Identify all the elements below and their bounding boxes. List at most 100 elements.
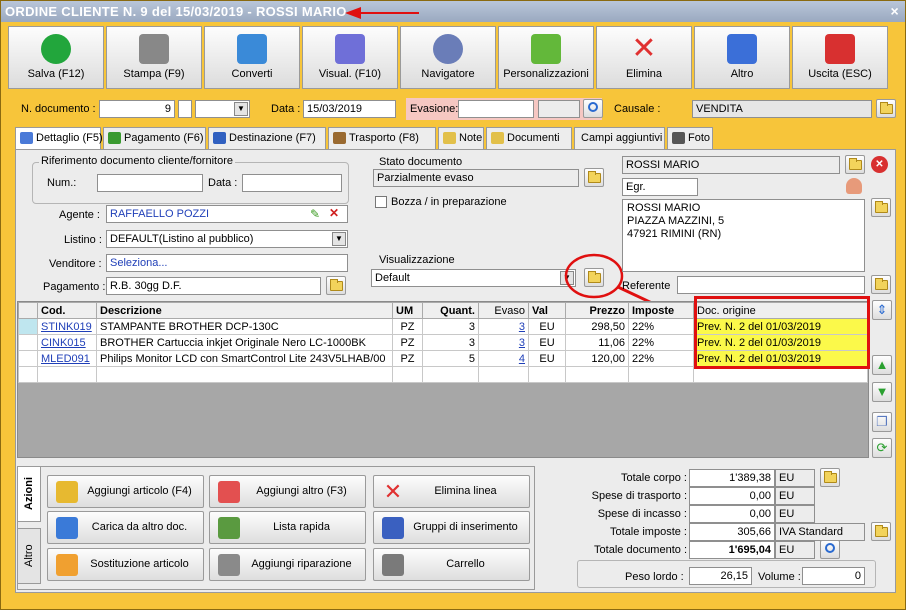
data-input[interactable]: 15/03/2019	[303, 100, 396, 118]
tab-pagamento[interactable]: Pagamento (F6)	[103, 127, 206, 149]
evasione-search-button[interactable]	[583, 99, 603, 118]
pagamento-input[interactable]: R.B. 30gg D.F.	[106, 277, 321, 295]
bozza-checkbox[interactable]	[375, 196, 387, 208]
table-cell[interactable]: 3	[478, 334, 529, 351]
table-cell[interactable]	[422, 366, 479, 383]
totals-search-button[interactable]	[820, 540, 840, 559]
person-icon[interactable]	[846, 178, 862, 194]
table-cell[interactable]: PZ	[392, 318, 423, 335]
totals-folder-button[interactable]	[871, 522, 891, 541]
toolbar-button-stampa[interactable]: Stampa (F9)	[106, 26, 202, 89]
table-cell[interactable]	[478, 366, 529, 383]
table-cell[interactable]: EU	[528, 334, 566, 351]
table-cell[interactable]	[565, 366, 629, 383]
ndoc-series-select[interactable]: ▼	[195, 100, 250, 118]
grid-header[interactable]: Evaso	[478, 302, 529, 319]
ndoc-input[interactable]: 9	[99, 100, 175, 118]
tab-dettaglio[interactable]: Dettaglio (F5)	[15, 127, 103, 150]
grid-header[interactable]: Imposte	[628, 302, 694, 319]
evasione-input[interactable]	[458, 100, 534, 118]
table-cell[interactable]	[392, 366, 423, 383]
cancel-icon[interactable]: ✕	[871, 156, 888, 173]
tab-note[interactable]: Note	[438, 127, 484, 149]
toolbar-button-elimina[interactable]: ✕ Elimina	[596, 26, 692, 89]
table-cell[interactable]: 3	[422, 334, 479, 351]
causale-input[interactable]: VENDITA	[692, 100, 872, 118]
tab-foto[interactable]: Foto	[667, 127, 713, 149]
chevron-down-icon[interactable]: ▼	[234, 102, 248, 116]
grid-header[interactable]: Prezzo	[565, 302, 629, 319]
grid-header[interactable]: Val	[528, 302, 566, 319]
toolbar-button-altro[interactable]: Altro	[694, 26, 790, 89]
row-selector[interactable]	[18, 350, 38, 367]
table-cell[interactable]: 120,00	[565, 350, 629, 367]
ndoc-suffix-input[interactable]	[178, 100, 192, 118]
table-cell[interactable]: 298,50	[565, 318, 629, 335]
table-cell[interactable]	[18, 366, 38, 383]
tab-trasporto[interactable]: Trasporto (F8)	[328, 127, 436, 149]
address-folder-button[interactable]	[871, 198, 891, 217]
table-cell[interactable]: EU	[528, 318, 566, 335]
table-cell[interactable]: PZ	[392, 350, 423, 367]
table-cell[interactable]: Philips Monitor LCD con SmartControl Lit…	[96, 350, 393, 367]
table-cell[interactable]: MLED091	[37, 350, 97, 367]
clear-x-icon[interactable]: ✕	[329, 206, 339, 220]
visual-select[interactable]: Default ▼	[371, 269, 576, 287]
arrow-down-icon[interactable]: ▼	[872, 382, 892, 402]
peso-input[interactable]: 26,15	[689, 567, 752, 585]
copy-rows-icon[interactable]: ❐	[872, 412, 892, 432]
tab-documenti[interactable]: Documenti	[486, 127, 572, 149]
refresh-icon[interactable]: ⟳	[872, 438, 892, 458]
row-selector[interactable]	[18, 334, 38, 351]
cliente-title-input[interactable]: Egr.	[622, 178, 698, 196]
move-updown-icon[interactable]: ⇕	[872, 300, 892, 320]
table-cell[interactable]	[528, 366, 566, 383]
evasione-extra-input[interactable]	[538, 100, 580, 118]
grid-header[interactable]: Cod.	[37, 302, 97, 319]
table-cell[interactable]: BROTHER Cartuccia inkjet Originale Nero …	[96, 334, 393, 351]
volume-input[interactable]: 0	[802, 567, 865, 585]
table-cell[interactable]: PZ	[392, 334, 423, 351]
table-cell[interactable]: 11,06	[565, 334, 629, 351]
table-cell[interactable]: 4	[478, 350, 529, 367]
grid-header[interactable]: Quant.	[422, 302, 479, 319]
table-cell[interactable]: CINK015	[37, 334, 97, 351]
table-cell[interactable]	[37, 366, 97, 383]
causale-folder-button[interactable]	[876, 99, 896, 118]
num-input[interactable]	[97, 174, 203, 192]
table-cell[interactable]: 3	[478, 318, 529, 335]
referente-input[interactable]	[677, 276, 865, 294]
table-cell[interactable]: 5	[422, 350, 479, 367]
table-cell[interactable]: 22%	[628, 318, 694, 335]
chevron-down-icon[interactable]: ▼	[332, 232, 346, 246]
tab-campi[interactable]: Campi aggiuntivi	[574, 127, 665, 149]
table-cell[interactable]: 22%	[628, 334, 694, 351]
cliente-address[interactable]: ROSSI MARIO PIAZZA MAZZINI, 5 47921 RIMI…	[622, 199, 865, 272]
toolbar-button-salva[interactable]: Salva (F12)	[8, 26, 104, 89]
toolbar-button-visual[interactable]: Visual. (F10)	[302, 26, 398, 89]
grid-header[interactable]: Descrizione	[96, 302, 393, 319]
table-cell[interactable]	[96, 366, 393, 383]
table-cell[interactable]: EU	[528, 350, 566, 367]
table-cell[interactable]: 22%	[628, 350, 694, 367]
table-cell[interactable]: 3	[422, 318, 479, 335]
rif-data-input[interactable]	[242, 174, 342, 192]
tab-destinazione[interactable]: Destinazione (F7)	[208, 127, 326, 149]
stato-folder-button[interactable]	[584, 168, 604, 187]
row-selector[interactable]	[18, 318, 38, 335]
arrow-up-icon[interactable]: ▲	[872, 355, 892, 375]
table-cell[interactable]: STAMPANTE BROTHER DCP-130C	[96, 318, 393, 335]
toolbar-button-converti[interactable]: Converti	[204, 26, 300, 89]
pagamento-folder-button[interactable]	[326, 276, 346, 295]
referente-folder-button[interactable]	[871, 275, 891, 294]
totals-folder-button[interactable]	[820, 468, 840, 487]
toolbar-button-uscita[interactable]: Uscita (ESC)	[792, 26, 888, 89]
close-icon[interactable]: ×	[891, 1, 899, 22]
toolbar-button-navigatore[interactable]: Navigatore	[400, 26, 496, 89]
table-cell[interactable]: STINK019	[37, 318, 97, 335]
table-cell[interactable]	[628, 366, 694, 383]
venditore-input[interactable]: Seleziona...	[106, 254, 348, 272]
listino-select[interactable]: DEFAULT(Listino al pubblico) ▼	[106, 230, 348, 248]
grid-header[interactable]: UM	[392, 302, 423, 319]
toolbar-button-personalizzazioni[interactable]: Personalizzazioni	[498, 26, 594, 89]
